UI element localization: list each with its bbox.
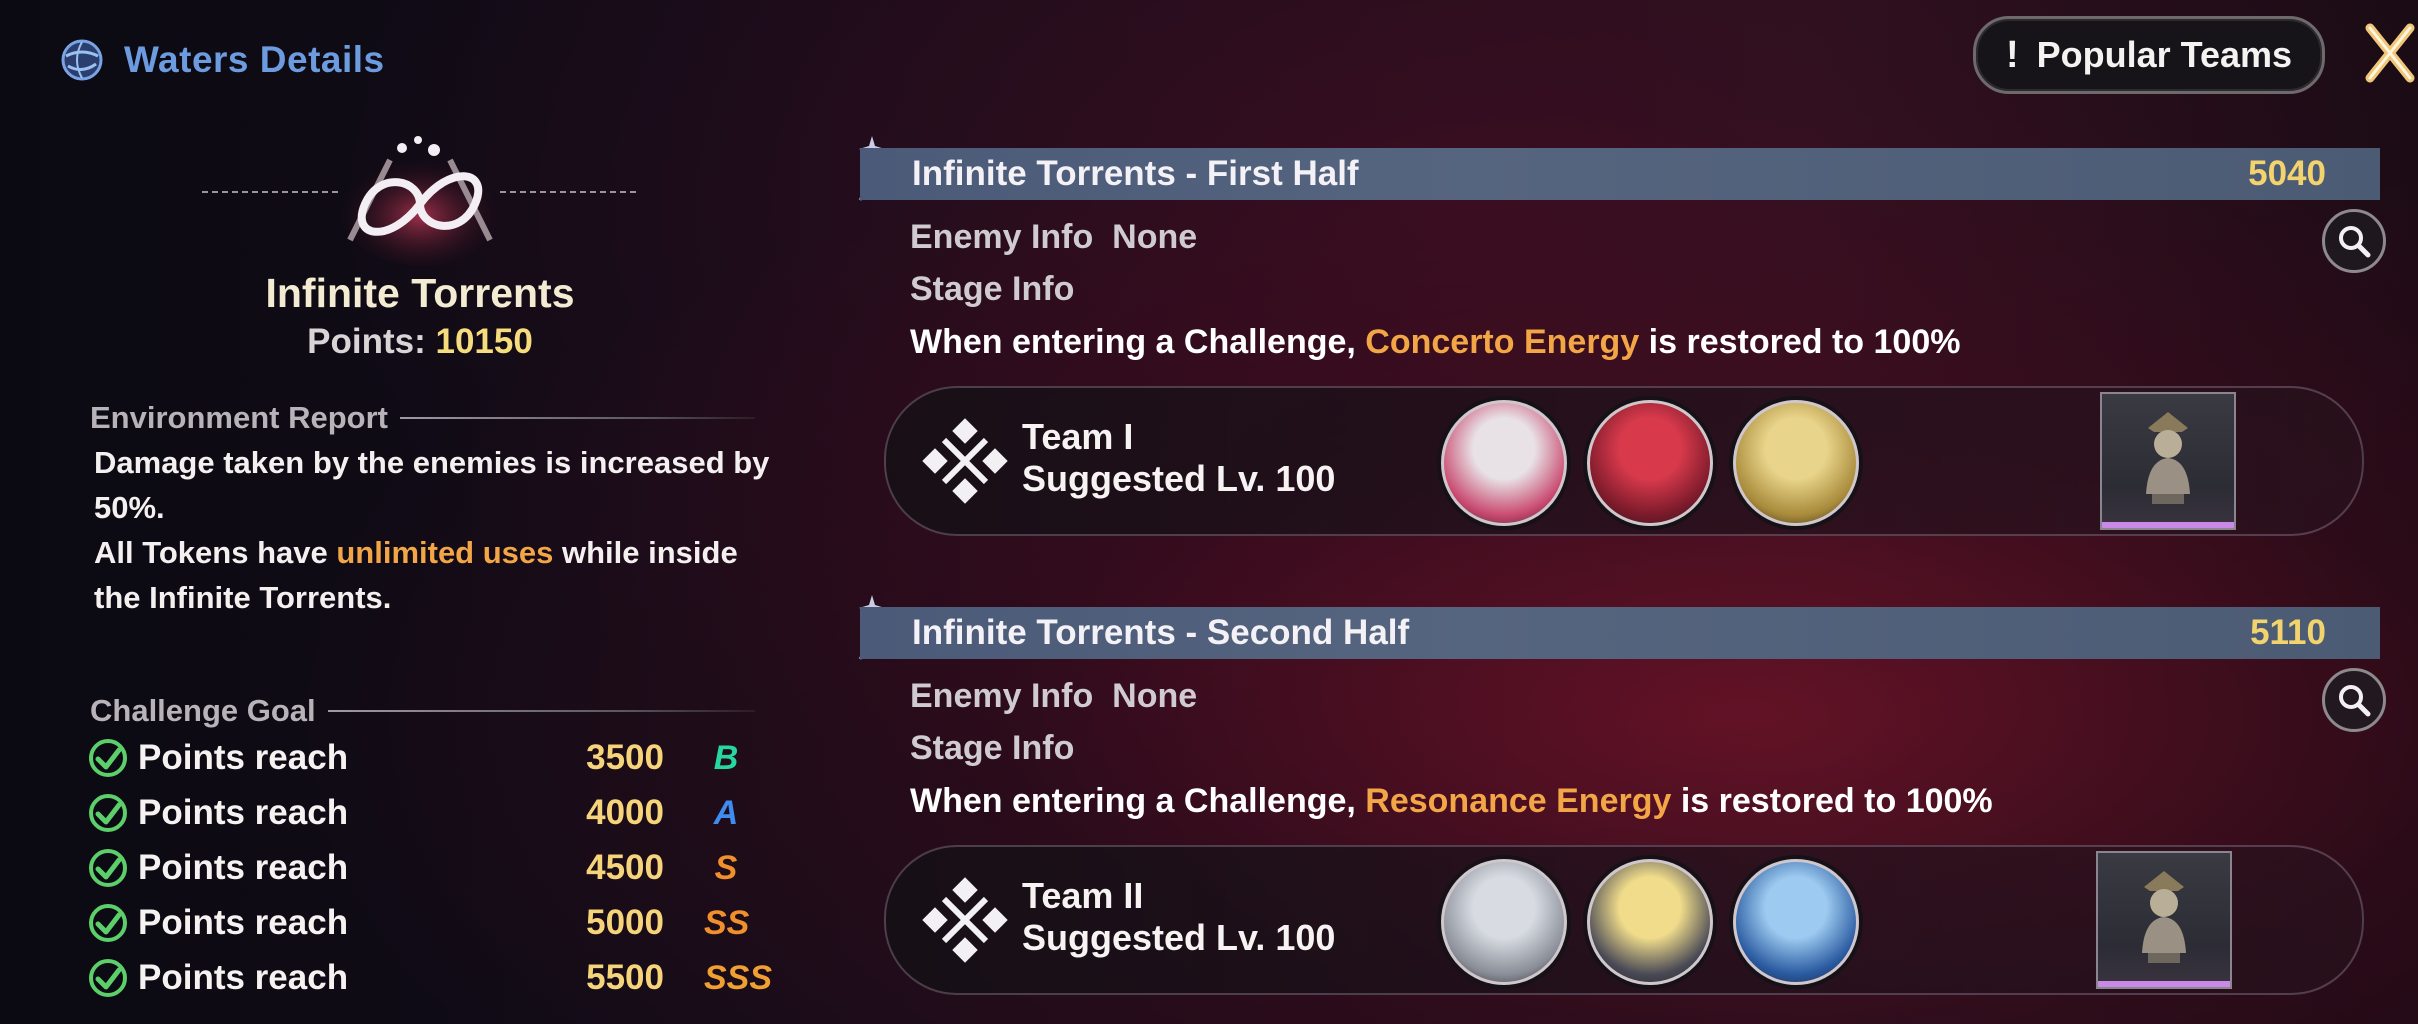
stage-desc-part: When entering a Challenge,: [910, 782, 1366, 820]
environment-report-heading: Environment Report: [90, 400, 755, 436]
energy-highlight: Concerto Energy: [1365, 323, 1640, 361]
check-icon: [89, 959, 127, 997]
half-title-bar: Infinite Torrents - First Half 5040: [860, 148, 2380, 200]
check-icon: [89, 849, 127, 887]
check-icon: [89, 739, 127, 777]
goal-label: Points reach: [138, 958, 349, 997]
rarity-bar: [2098, 981, 2230, 987]
team-emblem-icon: [922, 877, 1008, 963]
goal-row: Points reach 4000 A: [88, 788, 748, 838]
rank-badge: B: [713, 738, 739, 777]
stage-desc-part: When entering a Challenge,: [910, 323, 1366, 361]
rank-badge: S: [714, 848, 738, 887]
character-avatar[interactable]: [1441, 859, 1567, 985]
page-title: Waters Details: [124, 39, 385, 80]
echo-bust-icon: [2142, 871, 2186, 963]
exclamation-icon: !: [2005, 33, 2019, 76]
stage-info-label: Stage Info: [910, 729, 1075, 767]
half-score: 5110: [2250, 613, 2326, 652]
points-value: 10150: [435, 322, 533, 361]
character-avatar[interactable]: [1733, 859, 1859, 985]
stage-info-text: When entering a Challenge, Resonance Ene…: [910, 782, 1993, 821]
enemy-info: Enemy Info None: [910, 218, 1197, 257]
environment-line-1: Damage taken by the enemies is increased…: [94, 445, 770, 525]
stage-name: Infinite Torrents: [265, 270, 575, 316]
environment-report-text: Damage taken by the enemies is increased…: [94, 440, 774, 620]
search-icon: [2339, 685, 2371, 717]
half-name: Infinite Torrents - First Half: [912, 154, 1359, 193]
goal-row: Points reach 3500 B: [88, 733, 748, 783]
rank-badge: A: [713, 793, 739, 832]
enemy-info-value: None: [1112, 218, 1198, 256]
character-avatar[interactable]: [1441, 400, 1567, 526]
goal-row: Points reach 5000 SS: [88, 898, 750, 948]
section-divider: [399, 417, 755, 419]
environment-heading-label: Environment Report: [90, 400, 388, 435]
total-points: Points: 10150: [190, 322, 650, 362]
header: Waters Details: [60, 36, 385, 84]
echo-bust-icon: [2146, 412, 2190, 504]
team-emblem-icon: [922, 418, 1008, 504]
character-avatar[interactable]: [1733, 400, 1859, 526]
environment-text-part: All Tokens have: [94, 535, 337, 570]
enemy-info-label: Enemy Info: [910, 677, 1094, 715]
popular-teams-label: Popular Teams: [2036, 34, 2293, 75]
rarity-bar: [2102, 522, 2234, 528]
half-score: 5040: [2248, 154, 2326, 193]
goal-value: 5000: [586, 903, 664, 942]
check-icon: [89, 794, 127, 832]
character-avatar[interactable]: [1587, 400, 1713, 526]
enemy-info-label: Enemy Info: [910, 218, 1094, 256]
goal-value: 5500: [586, 958, 664, 997]
enemy-info: Enemy Info None: [910, 677, 1197, 716]
goal-label: Points reach: [138, 848, 349, 887]
team-suggested-level: Suggested Lv. 100: [1022, 458, 1336, 499]
goal-heading-label: Challenge Goal: [90, 693, 316, 728]
check-icon: [89, 904, 127, 942]
character-avatar[interactable]: [1587, 859, 1713, 985]
environment-line-2: All Tokens have unlimited uses while ins…: [94, 530, 774, 620]
team-name: Team II: [1022, 875, 1144, 916]
stage-desc-part: is restored to 100%: [1639, 323, 1961, 361]
stage-desc-part: is restored to 100%: [1671, 782, 1993, 820]
half-title-bar: Infinite Torrents - Second Half 5110: [860, 607, 2380, 659]
goal-value: 3500: [586, 738, 664, 777]
goal-label: Points reach: [138, 903, 349, 942]
goal-row: Points reach 5500 SSS: [88, 953, 773, 1003]
challenge-goal-heading: Challenge Goal: [90, 693, 755, 729]
rank-badge: SS: [704, 903, 750, 942]
energy-highlight: Resonance Energy: [1365, 782, 1672, 820]
goal-row: Points reach 4500 S: [88, 843, 748, 893]
close-icon[interactable]: [2362, 18, 2418, 88]
enemy-info-value: None: [1112, 677, 1198, 715]
stage-emblem-icon: [202, 136, 638, 266]
goal-value: 4500: [586, 848, 664, 887]
unlimited-uses-highlight: unlimited uses: [336, 535, 554, 570]
goal-label: Points reach: [138, 793, 349, 832]
team-name: Team I: [1022, 416, 1134, 457]
points-label: Points:: [307, 322, 426, 361]
half-name: Infinite Torrents - Second Half: [912, 613, 1410, 652]
goal-label: Points reach: [138, 738, 349, 777]
team-card[interactable]: Team I Suggested Lv. 100: [884, 386, 2364, 536]
stage-info-label: Stage Info: [910, 270, 1075, 308]
search-button[interactable]: [2322, 209, 2386, 273]
search-button[interactable]: [2322, 668, 2386, 732]
rank-badge: SSS: [704, 958, 773, 997]
echo-slot[interactable]: [2100, 392, 2236, 530]
team-card[interactable]: Team II Suggested Lv. 100: [884, 845, 2364, 995]
team-suggested-level: Suggested Lv. 100: [1022, 917, 1336, 958]
popular-teams-button[interactable]: ! Popular Teams: [1973, 16, 2325, 94]
section-divider: [327, 710, 755, 712]
search-icon: [2339, 226, 2371, 258]
stage-info-text: When entering a Challenge, Concerto Ener…: [910, 323, 1960, 362]
echo-slot[interactable]: [2096, 851, 2232, 989]
goal-value: 4000: [586, 793, 664, 832]
globe-icon: [61, 39, 103, 81]
